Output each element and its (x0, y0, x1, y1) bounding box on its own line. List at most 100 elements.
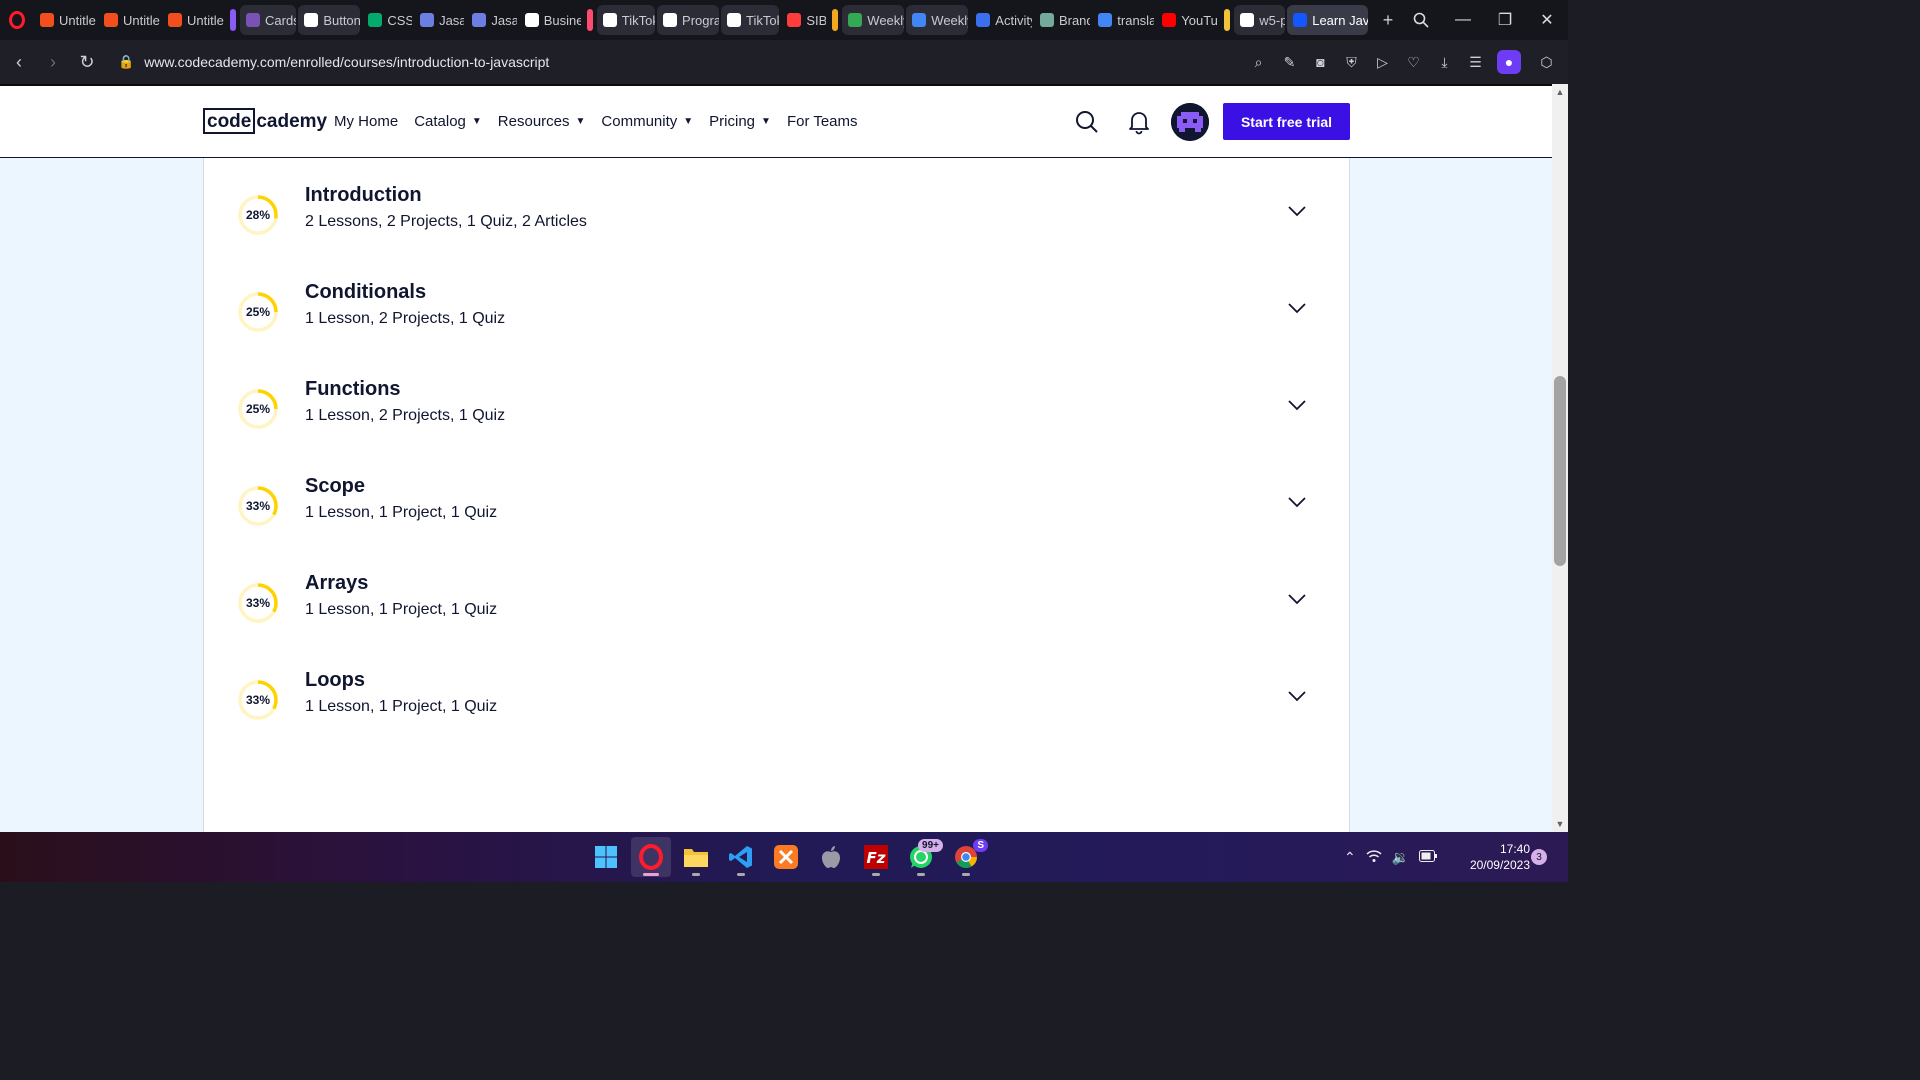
chevron-down-icon[interactable] (1286, 588, 1308, 610)
browser-tab[interactable]: Learn Java (1287, 5, 1368, 35)
system-clock[interactable]: 17:40 20/09/2023 (1454, 841, 1530, 873)
browser-tab[interactable]: Buttons (298, 5, 361, 35)
browser-tab[interactable]: SIB (781, 5, 826, 35)
edit-icon[interactable]: ✎ (1276, 47, 1303, 77)
browser-tab[interactable]: Untitled (98, 5, 160, 35)
browser-tab-label: TikTok (621, 12, 655, 28)
download-icon[interactable]: ⤓ (1431, 47, 1458, 77)
browser-tab[interactable]: Jasa (414, 5, 464, 35)
opera-icon[interactable] (631, 837, 671, 877)
browser-tab[interactable]: Untitled (34, 5, 96, 35)
start-free-trial-button[interactable]: Start free trial (1223, 103, 1350, 140)
chrome-icon[interactable]: S (946, 837, 988, 877)
browser-tab[interactable]: w5-p (1234, 5, 1286, 35)
browser-tab[interactable]: TikTok (721, 5, 780, 35)
reload-button[interactable]: ↻ (70, 45, 104, 79)
clock-time: 17:40 (1499, 842, 1530, 856)
nav-item-my-home[interactable]: My Home (334, 110, 398, 132)
chatgpt-icon (1039, 13, 1054, 27)
scroll-up-icon[interactable]: ▲ (1552, 84, 1568, 100)
opera-menu-icon[interactable] (0, 0, 34, 40)
browser-tab[interactable]: Untitled (162, 5, 224, 35)
browser-tab[interactable]: Program (657, 5, 720, 35)
browser-tab[interactable]: Weekly (842, 5, 905, 35)
file-explorer-icon[interactable] (676, 837, 716, 877)
syllabus-module[interactable]: 33% Loops 1 Lesson, 1 Project, 1 Quiz (204, 655, 1351, 752)
browser-tab-label: Cards (265, 12, 297, 28)
browser-tab[interactable]: Cards (240, 5, 297, 35)
browser-tab[interactable]: Business (519, 5, 581, 35)
scrollbar-thumb[interactable] (1554, 376, 1566, 566)
browser-tab-label: Brand (1058, 12, 1091, 28)
browser-tab[interactable]: Activity (970, 5, 1032, 35)
codecademy-icon (1293, 13, 1308, 27)
search-icon[interactable] (1074, 109, 1100, 135)
close-window-button[interactable]: ✕ (1526, 0, 1568, 40)
windows-start-icon[interactable] (586, 837, 626, 877)
browser-tab-label: Jasa (491, 12, 517, 28)
windows-taskbar: Fz 99+ S ⌃ 🔉 17:40 20/09/2023 3 (0, 832, 1568, 882)
tab-group-indicator[interactable] (586, 9, 593, 31)
browser-tab[interactable]: Weekly (906, 5, 969, 35)
browser-tab-label: Business (543, 12, 581, 28)
lens-icon[interactable]: ⌕ (1245, 47, 1272, 77)
module-contents: 1 Lesson, 2 Projects, 1 Quiz (305, 407, 506, 424)
camera-icon[interactable]: ◙ (1307, 47, 1334, 77)
caret-down-icon: ▼ (683, 115, 694, 127)
new-tab-button[interactable]: + (1376, 8, 1400, 32)
page-scrollbar[interactable]: ▲ ▼ (1552, 84, 1568, 832)
browser-tab[interactable]: YouTube (1156, 5, 1218, 35)
syllabus-module[interactable]: 33% Arrays 1 Lesson, 1 Project, 1 Quiz (204, 558, 1351, 655)
nav-item-label: Catalog (414, 112, 466, 130)
nav-item-resources[interactable]: Resources ▼ (498, 110, 586, 132)
browser-tab[interactable]: translate (1092, 5, 1154, 35)
easy-setup-icon[interactable]: ☰ (1462, 47, 1489, 77)
vscode-icon[interactable] (721, 837, 761, 877)
notification-center-badge[interactable]: 3 (1531, 849, 1547, 865)
user-avatar[interactable] (1171, 103, 1209, 141)
extensions-icon[interactable]: ⬡ (1533, 47, 1560, 77)
forward-button[interactable]: › (36, 45, 70, 79)
restore-button[interactable]: ❐ (1484, 0, 1526, 40)
tab-search-icon[interactable] (1400, 0, 1442, 40)
whatsapp-icon[interactable]: 99+ (901, 837, 943, 877)
syllabus-module[interactable]: 28% Introduction 2 Lessons, 2 Projects, 1 … (204, 170, 1351, 267)
apple-icon[interactable] (811, 837, 851, 877)
minimize-button[interactable]: — (1442, 0, 1484, 40)
chevron-down-icon[interactable] (1286, 685, 1308, 707)
nav-item-catalog[interactable]: Catalog ▼ (414, 110, 482, 132)
chevron-down-icon[interactable] (1286, 394, 1308, 416)
browser-tab-label: Untitled (59, 12, 96, 28)
codecademy-logo[interactable]: code cademy (203, 108, 327, 134)
tab-group-indicator[interactable] (832, 9, 839, 31)
syllabus-module[interactable]: 25% Functions 1 Lesson, 2 Projects, 1 Quiz (204, 364, 1351, 461)
filezilla-icon[interactable]: Fz (856, 837, 896, 877)
scroll-down-icon[interactable]: ▼ (1552, 816, 1568, 832)
notification-bell-icon[interactable] (1126, 109, 1152, 135)
battery-icon[interactable] (1419, 849, 1438, 865)
chevron-up-icon[interactable]: ⌃ (1344, 849, 1356, 866)
back-button[interactable]: ‹ (2, 45, 36, 79)
browser-tab[interactable]: CSS (362, 5, 412, 35)
chevron-down-icon[interactable] (1286, 200, 1308, 222)
wifi-icon[interactable] (1366, 849, 1382, 866)
browser-tab[interactable]: Jasa (466, 5, 517, 35)
url-field[interactable]: 🔒 www.codecademy.com/enrolled/courses/in… (118, 54, 1245, 70)
nav-item-for-teams[interactable]: For Teams (787, 110, 858, 132)
tab-group-indicator[interactable] (1224, 9, 1231, 31)
tab-group-indicator[interactable] (230, 9, 236, 31)
heart-icon[interactable]: ♡ (1400, 47, 1427, 77)
send-icon[interactable]: ▷ (1369, 47, 1396, 77)
xampp-icon[interactable] (766, 837, 806, 877)
nav-item-pricing[interactable]: Pricing ▼ (709, 110, 771, 132)
volume-icon[interactable]: 🔉 (1392, 849, 1409, 866)
syllabus-module[interactable]: 33% Scope 1 Lesson, 1 Project, 1 Quiz (204, 461, 1351, 558)
shield-icon[interactable]: ⛨ (1338, 47, 1365, 77)
chevron-down-icon[interactable] (1286, 491, 1308, 513)
browser-tab[interactable]: Brand (1034, 5, 1090, 35)
profile-icon[interactable]: ● (1497, 50, 1521, 74)
nav-item-community[interactable]: Community ▼ (601, 110, 693, 132)
browser-tab[interactable]: TikTok (596, 5, 656, 35)
chevron-down-icon[interactable] (1286, 297, 1308, 319)
syllabus-module[interactable]: 25% Conditionals 1 Lesson, 2 Projects, 1 Q… (204, 267, 1351, 364)
